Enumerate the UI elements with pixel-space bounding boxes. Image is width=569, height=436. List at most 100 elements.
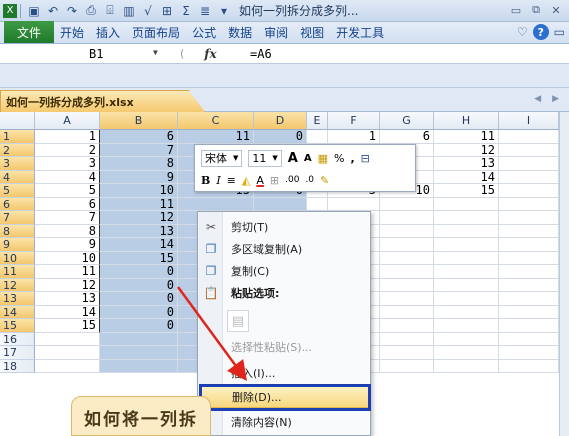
cell-i9[interactable] bbox=[499, 238, 559, 252]
cell-g1[interactable]: 6 bbox=[380, 130, 434, 144]
merge-cells-icon[interactable]: ⊟ bbox=[361, 152, 370, 165]
cell-a12[interactable]: 12 bbox=[35, 278, 100, 292]
cell-h13[interactable] bbox=[434, 292, 499, 306]
cell-h4[interactable]: 14 bbox=[434, 170, 499, 184]
cell-a6[interactable]: 6 bbox=[35, 197, 100, 211]
cell-a3[interactable]: 3 bbox=[35, 157, 100, 171]
cell-a2[interactable]: 2 bbox=[35, 143, 100, 157]
cell-g7[interactable] bbox=[380, 211, 434, 225]
row-header[interactable]: 11 bbox=[0, 265, 35, 279]
font-size-select[interactable]: 11 ▼ bbox=[248, 149, 282, 167]
paste-option-icon[interactable]: ▤ bbox=[227, 310, 249, 332]
row-header[interactable]: 15 bbox=[0, 319, 35, 333]
cell-h5[interactable]: 15 bbox=[434, 184, 499, 198]
tab-view[interactable]: 视图 bbox=[294, 21, 330, 43]
heart-icon[interactable]: ♡ bbox=[517, 25, 528, 39]
row-header[interactable]: 14 bbox=[0, 305, 35, 319]
cell-a18[interactable] bbox=[35, 359, 100, 373]
tab-file[interactable]: 文件 bbox=[4, 21, 55, 43]
cell-b7[interactable]: 12 bbox=[100, 211, 178, 225]
row-header[interactable]: 16 bbox=[0, 332, 35, 346]
cell-h6[interactable] bbox=[434, 197, 499, 211]
format-painter-icon[interactable]: ⌹ bbox=[101, 2, 119, 20]
cell-g14[interactable] bbox=[380, 305, 434, 319]
chevron-down-icon[interactable]: ▼ bbox=[153, 48, 158, 57]
cell-g13[interactable] bbox=[380, 292, 434, 306]
cell-b6[interactable]: 11 bbox=[100, 197, 178, 211]
cell-i16[interactable] bbox=[499, 332, 559, 346]
cell-b15[interactable]: 0 bbox=[100, 319, 178, 333]
cell-i7[interactable] bbox=[499, 211, 559, 225]
cell-e1[interactable] bbox=[307, 130, 328, 144]
cell-g17[interactable] bbox=[380, 346, 434, 360]
cell-a14[interactable]: 14 bbox=[35, 305, 100, 319]
cell-b11[interactable]: 0 bbox=[100, 265, 178, 279]
tab-developer[interactable]: 开发工具 bbox=[330, 21, 390, 43]
cell-d6[interactable] bbox=[254, 197, 307, 211]
cell-i12[interactable] bbox=[499, 278, 559, 292]
row-header[interactable]: 2 bbox=[0, 143, 35, 157]
row-header[interactable]: 4 bbox=[0, 170, 35, 184]
cancel-formula-icon[interactable]: ( bbox=[180, 47, 184, 60]
row-header[interactable]: 9 bbox=[0, 238, 35, 252]
row-header[interactable]: 6 bbox=[0, 197, 35, 211]
column-header-i[interactable]: I bbox=[499, 112, 559, 130]
column-header-c[interactable]: C bbox=[178, 112, 254, 130]
print-preview-icon[interactable]: ⎙ bbox=[82, 2, 100, 20]
cell-i17[interactable] bbox=[499, 346, 559, 360]
column-header-d[interactable]: D bbox=[254, 112, 307, 130]
cell-b1[interactable]: 6 bbox=[100, 130, 178, 144]
cell-b18[interactable] bbox=[100, 359, 178, 373]
increase-decimal-button[interactable]: .00 bbox=[285, 175, 299, 185]
cell-b12[interactable]: 0 bbox=[100, 278, 178, 292]
cell-a7[interactable]: 7 bbox=[35, 211, 100, 225]
cell-h16[interactable] bbox=[434, 332, 499, 346]
menu-item-paste-special[interactable]: 选择性粘贴(S)... bbox=[199, 336, 370, 358]
row-header[interactable]: 13 bbox=[0, 292, 35, 306]
cell-a15[interactable]: 15 bbox=[35, 319, 100, 333]
cell-c6[interactable] bbox=[178, 197, 254, 211]
decrease-decimal-button[interactable]: .0 bbox=[305, 175, 314, 185]
cell-h11[interactable] bbox=[434, 265, 499, 279]
cell-g18[interactable] bbox=[380, 359, 434, 373]
excel-logo-icon[interactable]: X bbox=[3, 3, 17, 18]
align-button[interactable]: ≡ bbox=[227, 174, 236, 187]
cell-i13[interactable] bbox=[499, 292, 559, 306]
font-color-button[interactable]: A bbox=[256, 174, 264, 187]
cell-b8[interactable]: 13 bbox=[100, 224, 178, 238]
minimize-icon[interactable]: ▭ bbox=[507, 2, 525, 18]
cell-h8[interactable] bbox=[434, 224, 499, 238]
cell-g9[interactable] bbox=[380, 238, 434, 252]
cell-g10[interactable] bbox=[380, 251, 434, 265]
shrink-font-button[interactable]: A bbox=[304, 153, 312, 164]
cell-g16[interactable] bbox=[380, 332, 434, 346]
sqrt-icon[interactable]: √ bbox=[139, 2, 157, 20]
percent-button[interactable]: % bbox=[334, 152, 344, 165]
cell-h10[interactable] bbox=[434, 251, 499, 265]
tab-review[interactable]: 审阅 bbox=[258, 21, 294, 43]
cell-g11[interactable] bbox=[380, 265, 434, 279]
help-icon[interactable]: ? bbox=[532, 24, 549, 40]
cell-a4[interactable]: 4 bbox=[35, 170, 100, 184]
menu-item-multi-copy[interactable]: ❐ 多区域复制(A) bbox=[199, 238, 370, 260]
menu-item-cut[interactable]: ✂ 剪切(T) bbox=[199, 216, 370, 238]
cell-a17[interactable] bbox=[35, 346, 100, 360]
cell-h12[interactable] bbox=[434, 278, 499, 292]
cell-i10[interactable] bbox=[499, 251, 559, 265]
undo-icon[interactable]: ↶ bbox=[44, 2, 62, 20]
cell-a11[interactable]: 11 bbox=[35, 265, 100, 279]
cell-a1[interactable]: 1 bbox=[35, 130, 100, 144]
tab-data[interactable]: 数据 bbox=[222, 21, 258, 43]
bold-button[interactable]: B bbox=[201, 174, 210, 187]
cell-c1[interactable]: 11 bbox=[178, 130, 254, 144]
column-header-h[interactable]: H bbox=[434, 112, 499, 130]
fill-color-icon[interactable]: ◭ bbox=[242, 174, 250, 187]
save-icon[interactable]: ▣ bbox=[25, 2, 43, 20]
cell-f6[interactable] bbox=[328, 197, 380, 211]
row-header[interactable]: 12 bbox=[0, 278, 35, 292]
cell-g15[interactable] bbox=[380, 319, 434, 333]
cell-i11[interactable] bbox=[499, 265, 559, 279]
workbook-tab[interactable]: 如何一列拆分成多列.xlsx bbox=[0, 90, 205, 112]
borders-icon[interactable]: ⊞ bbox=[270, 174, 279, 187]
insert-function-icon[interactable]: fx bbox=[204, 47, 216, 61]
